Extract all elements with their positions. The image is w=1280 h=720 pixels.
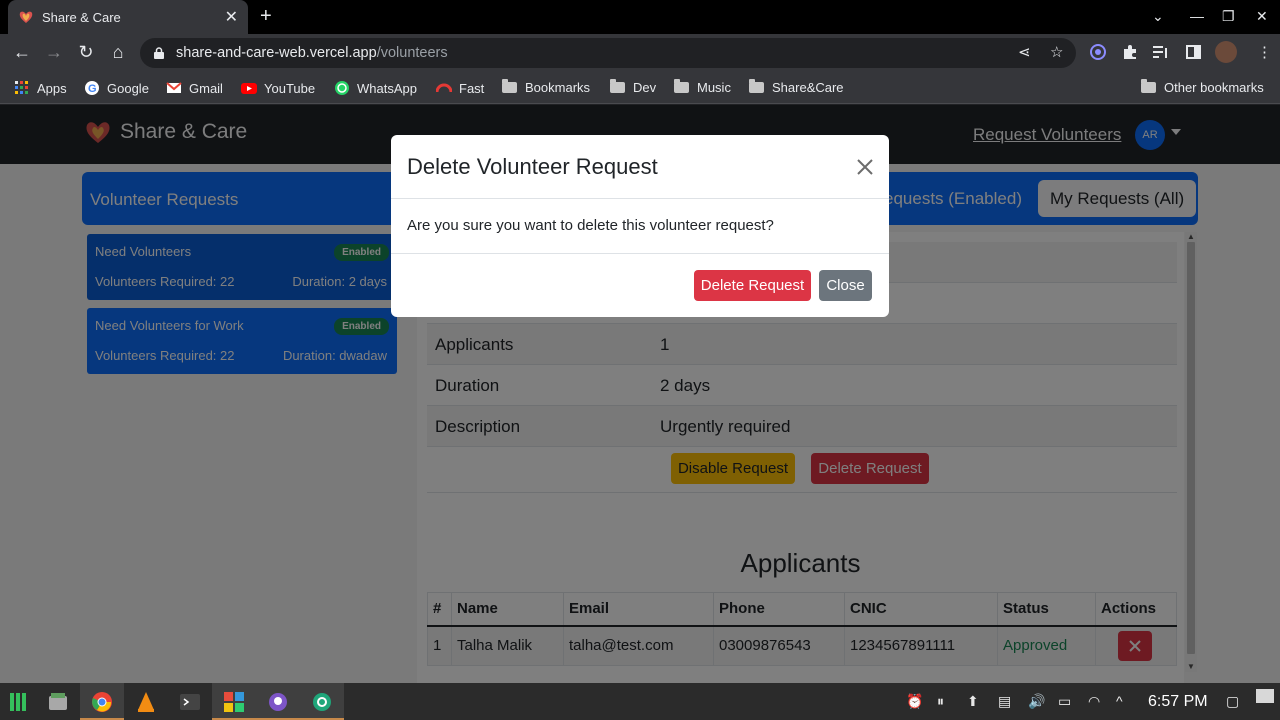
bookmark-google[interactable]: G Google (84, 80, 149, 96)
bookmark-apps[interactable]: Apps (14, 80, 67, 96)
new-tab-icon[interactable]: + (260, 6, 272, 26)
media-queue-icon[interactable] (1153, 45, 1169, 59)
delete-request-modal: Delete Volunteer Request Are you sure yo… (391, 135, 889, 317)
browser-tab-strip: Share & Care ✕ + ⌄ — ❐ ✕ (0, 0, 1280, 34)
gmail-icon (166, 82, 182, 93)
modal-header: Delete Volunteer Request (391, 135, 889, 199)
close-window-icon[interactable]: ✕ (1256, 8, 1268, 25)
software-manager-icon[interactable] (212, 683, 256, 720)
bookmark-folder-bookmarks[interactable]: Bookmarks (502, 79, 590, 95)
close-icon[interactable] (855, 157, 875, 177)
volume-icon[interactable]: 🔊 (1028, 693, 1045, 710)
lock-icon (154, 47, 164, 59)
tab-search-icon[interactable]: ⌄ (1152, 8, 1164, 25)
folder-icon (1141, 79, 1156, 93)
bookmark-youtube[interactable]: YouTube (241, 80, 315, 96)
github-desktop-icon[interactable] (256, 683, 300, 720)
fast-speedometer-icon (436, 83, 452, 93)
profile-avatar[interactable] (1215, 41, 1237, 63)
folder-icon (502, 79, 517, 93)
google-icon: G (85, 81, 99, 95)
share-care-favicon-icon (19, 11, 33, 23)
bookmark-folder-dev[interactable]: Dev (610, 79, 656, 95)
folder-icon (610, 79, 625, 93)
close-tab-icon[interactable]: ✕ (225, 7, 238, 27)
share-icon[interactable]: ⋖ (1018, 43, 1031, 61)
update-icon[interactable]: ⬆ (967, 693, 979, 710)
tray-expand-icon[interactable]: ^ (1116, 693, 1123, 709)
modal-close-button[interactable]: Close (819, 270, 872, 301)
confirm-delete-button[interactable]: Delete Request (694, 270, 811, 301)
back-icon[interactable]: ← (12, 43, 32, 61)
youtube-icon (241, 83, 257, 94)
folder-icon (749, 79, 764, 93)
extension-icon[interactable] (1090, 44, 1106, 60)
bookmark-folder-sharecare[interactable]: Share&Care (749, 79, 844, 95)
vlc-icon[interactable] (124, 683, 168, 720)
os-taskbar: ⏰ ⏸ ⬆ ▤ 🔊 ▭ ◠ ^ 6:57 PM ▢ (0, 683, 1280, 720)
notifications-icon[interactable]: ⏰ (906, 693, 923, 710)
modal-title: Delete Volunteer Request (407, 154, 658, 179)
svg-text:G: G (88, 83, 97, 95)
bookmark-star-icon[interactable]: ☆ (1050, 43, 1063, 61)
folder-icon (674, 79, 689, 93)
menu-kebab-icon[interactable]: ⋮ (1257, 43, 1272, 61)
pause-icon[interactable]: ⏸ (937, 693, 944, 710)
side-panel-icon[interactable] (1186, 45, 1201, 59)
terminal-icon[interactable] (168, 683, 212, 720)
app-taskbar-icon[interactable] (300, 683, 344, 720)
chrome-taskbar-icon[interactable] (80, 683, 124, 720)
tab-title: Share & Care (42, 9, 121, 25)
minimize-icon[interactable]: — (1190, 8, 1204, 24)
bookmark-folder-music[interactable]: Music (674, 79, 731, 95)
file-manager-icon[interactable] (36, 683, 80, 720)
reload-icon[interactable]: ↻ (76, 43, 96, 61)
bookmark-whatsapp[interactable]: WhatsApp (334, 80, 417, 96)
bookmarks-bar: Apps G Google Gmail YouTube WhatsApp Fas… (0, 72, 1280, 104)
battery-icon[interactable]: ▭ (1058, 693, 1071, 710)
address-bar[interactable]: share-and-care-web.vercel.app/volunteers (140, 38, 1076, 68)
apps-grid-icon (15, 81, 28, 94)
show-desktop-icon[interactable]: ▢ (1226, 693, 1239, 710)
whatsapp-icon (335, 81, 349, 95)
browser-tab[interactable]: Share & Care ✕ (8, 0, 248, 34)
home-icon[interactable]: ⌂ (108, 43, 128, 61)
bookmark-other[interactable]: Other bookmarks (1141, 79, 1264, 95)
wifi-icon[interactable]: ◠ (1088, 693, 1100, 710)
restore-icon[interactable]: ❐ (1222, 8, 1235, 25)
url-host: share-and-care-web.vercel.app (176, 45, 377, 61)
url-path: /volunteers (376, 45, 448, 61)
puzzle-extensions-icon[interactable] (1122, 44, 1138, 60)
forward-icon[interactable]: → (44, 43, 64, 61)
desktop-corner-icon[interactable] (1256, 689, 1274, 703)
bookmark-gmail[interactable]: Gmail (166, 80, 223, 96)
browser-toolbar: ← → ↻ ⌂ share-and-care-web.vercel.app/vo… (0, 34, 1280, 72)
modal-body: Are you sure you want to delete this vol… (407, 217, 774, 234)
clock[interactable]: 6:57 PM (1148, 693, 1208, 711)
clipboard-icon[interactable]: ▤ (998, 693, 1011, 710)
start-menu-icon[interactable] (0, 683, 36, 720)
modal-divider (391, 253, 889, 254)
bookmark-fast[interactable]: Fast (436, 80, 484, 96)
